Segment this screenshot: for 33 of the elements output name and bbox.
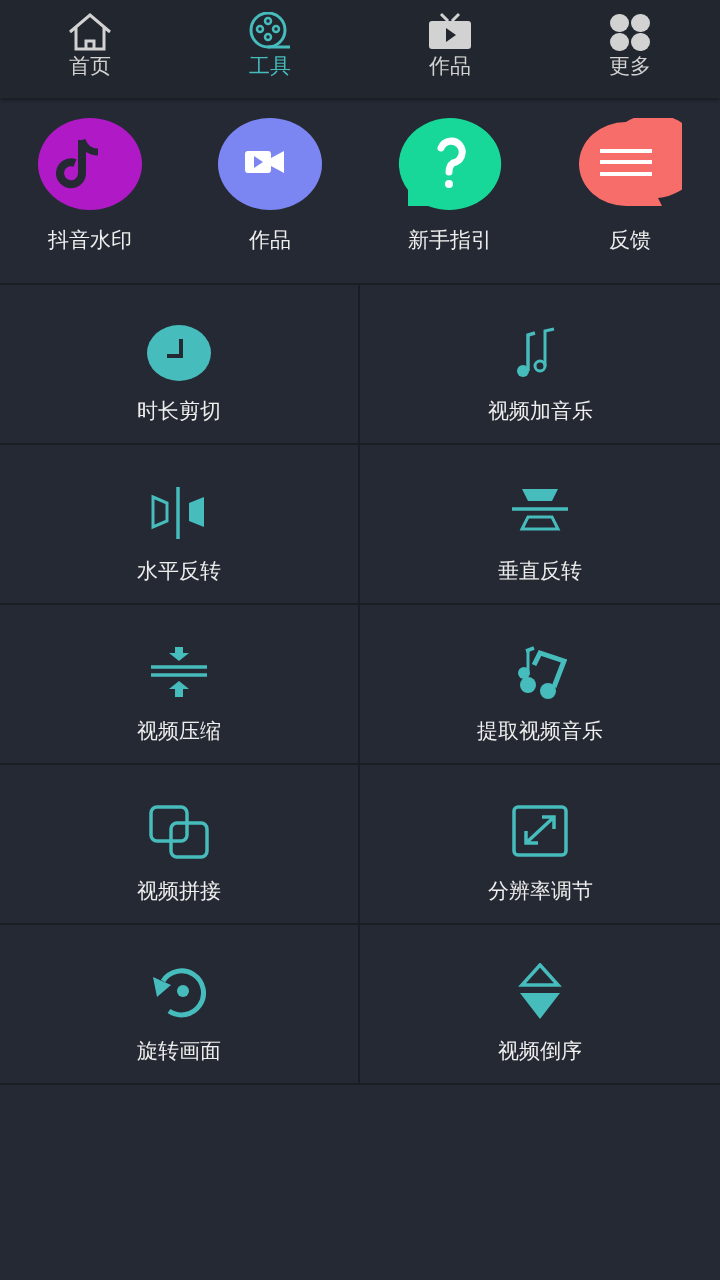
tool-tile[interactable]: 视频压缩 (0, 605, 360, 765)
tool-label: 垂直反转 (498, 558, 582, 585)
clock-icon (147, 323, 211, 383)
shortcut-label[interactable]: 作品 (249, 226, 291, 254)
nav-tab[interactable]: 首页 (0, 0, 180, 98)
home-icon (67, 12, 113, 52)
film-reel-icon (247, 12, 293, 52)
clover-icon (607, 12, 653, 52)
tool-tile[interactable]: 分辨率调节 (360, 765, 720, 925)
tv-icon (427, 12, 473, 52)
shortcut-label[interactable]: 新手指引 (408, 226, 492, 254)
tool-tile[interactable]: 视频倒序 (360, 925, 720, 1085)
tool-tile[interactable]: 旋转画面 (0, 925, 360, 1085)
tool-tile[interactable]: 视频加音乐 (360, 285, 720, 445)
nav-tab[interactable]: 作品 (360, 0, 540, 98)
tool-tile[interactable]: 视频拼接 (0, 765, 360, 925)
tool-tile[interactable]: 时长剪切 (0, 285, 360, 445)
tool-label: 分辨率调节 (487, 878, 593, 905)
tool-label: 视频倒序 (498, 1038, 582, 1065)
tool-label: 视频压缩 (137, 718, 221, 745)
shortcut-label[interactable]: 抖音水印 (48, 226, 132, 254)
tool-tile[interactable]: 垂直反转 (360, 445, 720, 605)
tool-label: 水平反转 (137, 558, 221, 585)
tool-label: 时长剪切 (137, 398, 221, 425)
nav-tab[interactable]: 更多 (540, 0, 720, 98)
tool-tile[interactable]: 提取视频音乐 (360, 605, 720, 765)
tool-label: 视频拼接 (137, 878, 221, 905)
tool-tile[interactable]: 水平反转 (0, 445, 360, 605)
shortcut-label[interactable]: 反馈 (609, 226, 651, 254)
tool-label: 提取视频音乐 (477, 718, 603, 745)
nav-tab[interactable]: 工具 (180, 0, 360, 98)
tool-label: 旋转画面 (137, 1038, 221, 1065)
tool-label: 视频加音乐 (487, 398, 593, 425)
